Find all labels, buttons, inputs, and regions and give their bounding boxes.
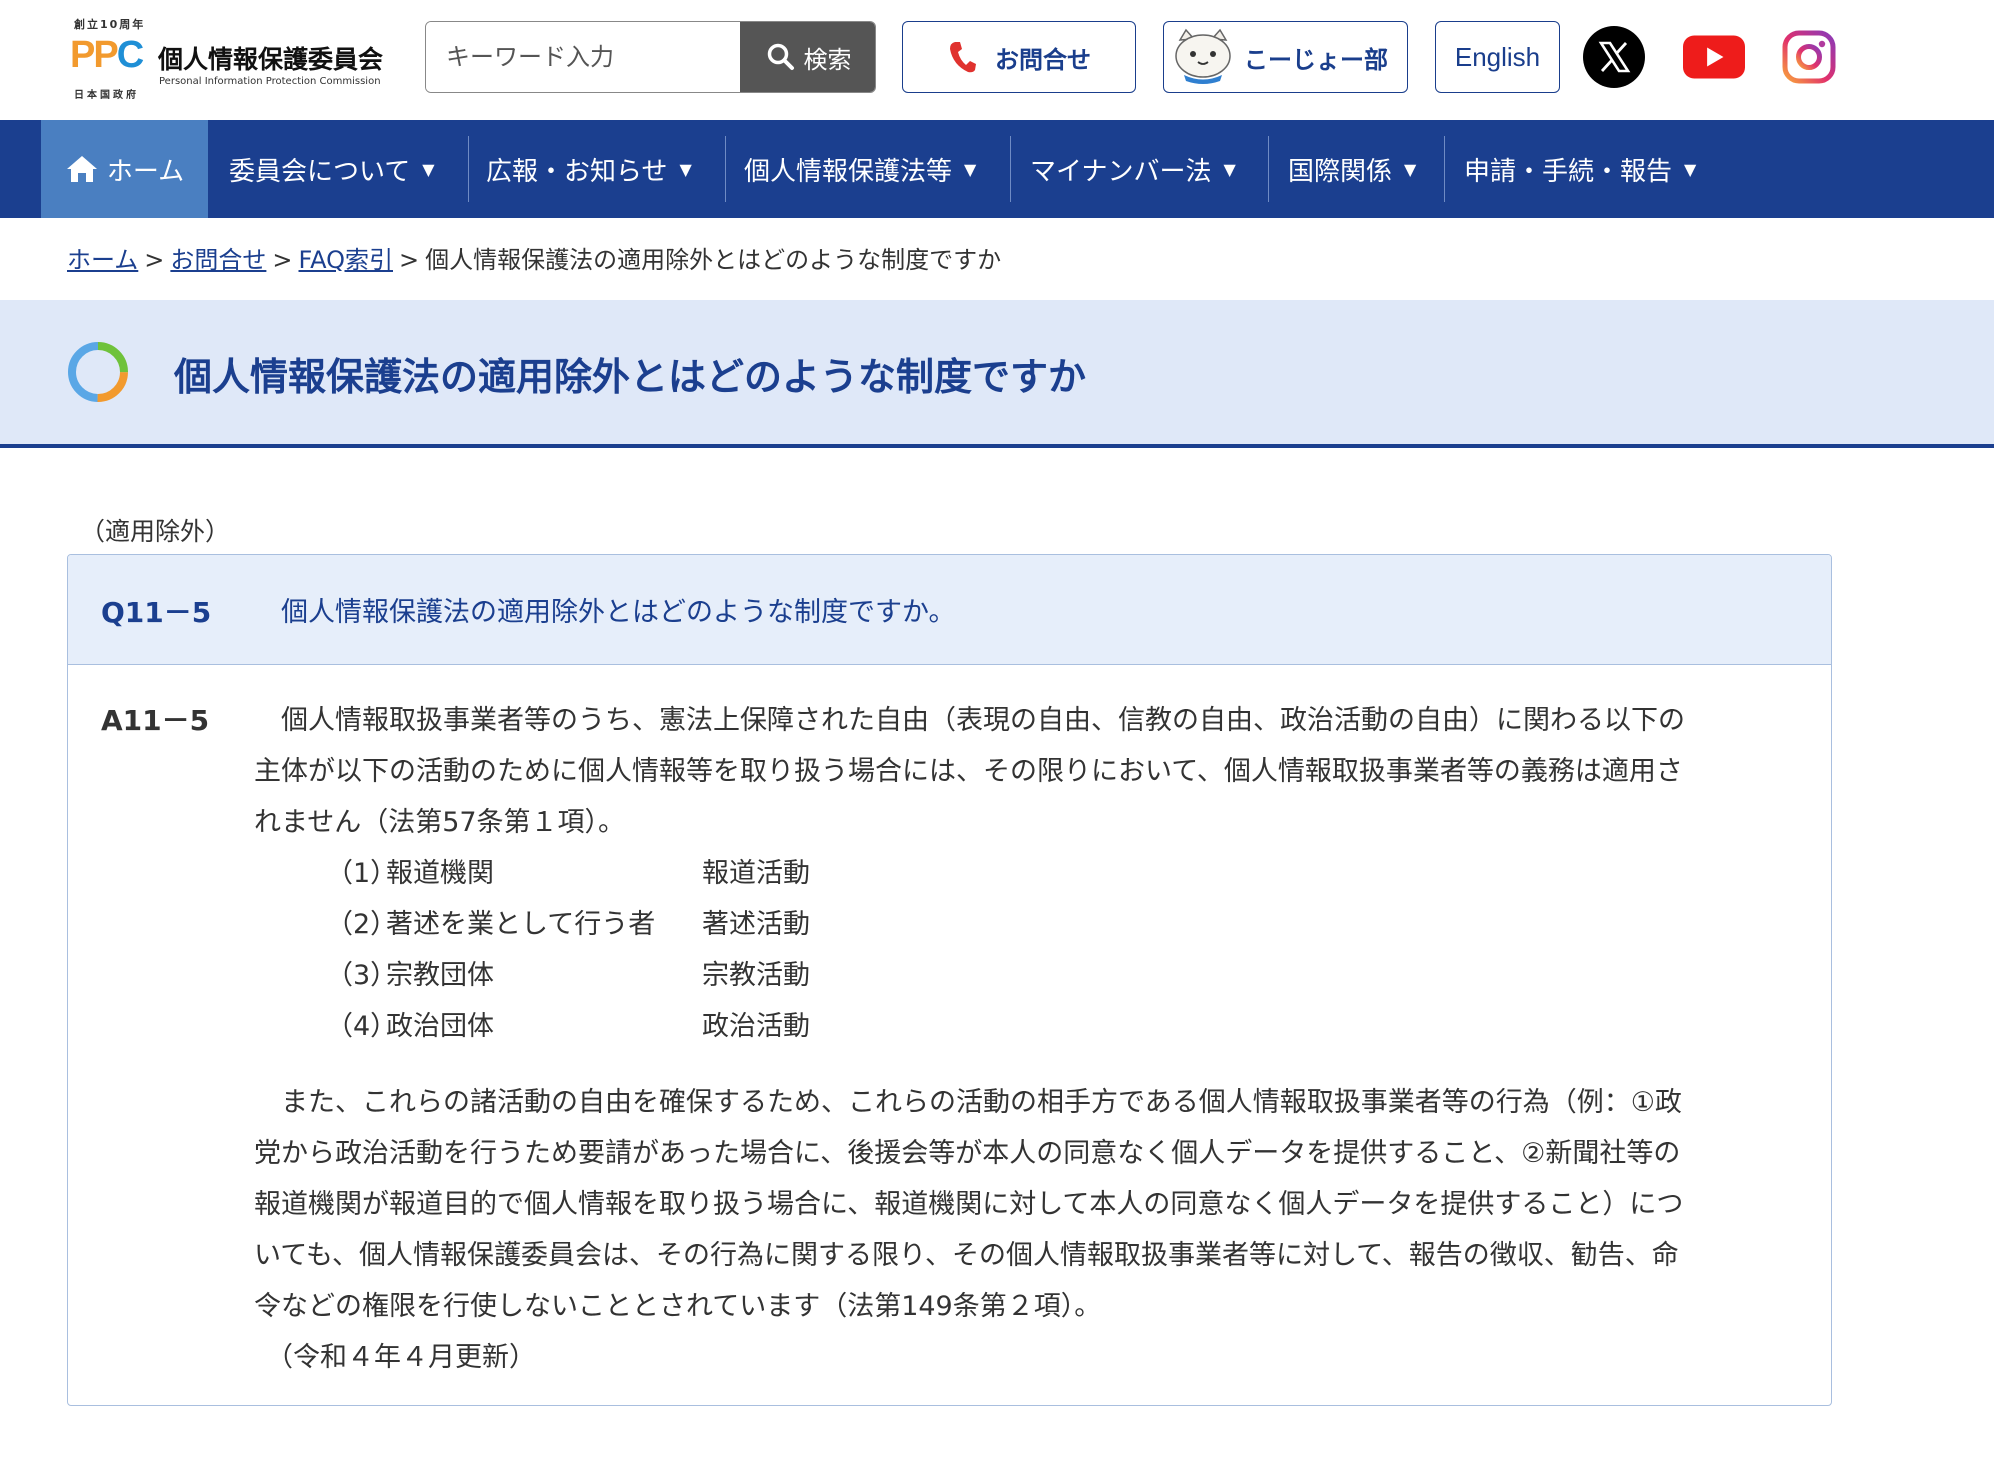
nav-divider [725,136,726,202]
home-icon [66,156,97,182]
nav-item-label: 国際関係 [1288,156,1393,187]
youtube-icon [1683,35,1745,79]
nav-item-label: 委員会について [229,156,411,187]
nav-item-home[interactable]: ホーム [41,120,208,218]
search-icon [767,43,794,70]
search-button-label: 検索 [803,45,852,74]
kojo-bu-label: こーじょー部 [1244,45,1388,74]
list-item-subject: 報道機関 [386,858,494,889]
breadcrumb-link-faq-index[interactable]: FAQ索引 [299,246,394,274]
list-item-activity: 政治活動 [702,1011,810,1042]
breadcrumb-separator: > [272,246,293,274]
breadcrumb-separator: > [144,246,165,274]
nav-item-label: 広報・お知らせ [486,156,668,187]
chevron-down-icon: ▼ [679,159,692,179]
nav-item-label: 個人情報保護法等 [744,156,953,187]
exemption-list: （1） 報道機関 報道活動 （2） 著述を業として行う者 著述活動 （3） 宗教… [326,848,1831,1052]
logo-org-name-en: Personal Information Protection Commissi… [159,76,381,87]
nav-item-label: 申請・手続・報告 [1464,156,1673,187]
contact-button-label: お問合せ [995,45,1091,74]
question-row: Q11－5 個人情報保護法の適用除外とはどのような制度ですか。 [68,555,1831,665]
list-item-activity: 著述活動 [702,909,810,940]
nav-divider [468,136,469,202]
search-input[interactable] [426,22,740,92]
youtube-link[interactable] [1683,26,1745,88]
cat-mascot-icon [1175,28,1231,84]
page-title-band: 個人情報保護法の適用除外とはどのような制度ですか [0,300,1994,448]
list-item-subject: 著述を業として行う者 [386,909,656,940]
list-item: （3） 宗教団体 宗教活動 [326,950,1831,1001]
breadcrumb-link-home[interactable]: ホーム [67,246,138,274]
breadcrumb-link-contact[interactable]: お問合せ [170,246,266,274]
breadcrumb: ホーム > お問合せ > FAQ索引 > 個人情報保護法の適用除外とはどのような制度ですか [67,240,1001,275]
answer-paragraph-line: また、これらの諸活動の自由を確保するため、これらの活動の相手方である個人情報取扱… [281,1087,1682,1118]
nav-item-label: ホーム [106,156,185,187]
x-icon [1598,41,1631,73]
updated-date: （令和４年４月更新） [266,1342,536,1373]
chevron-down-icon: ▼ [1684,159,1697,179]
phone-icon [950,42,976,73]
qa-card: Q11－5 個人情報保護法の適用除外とはどのような制度ですか。 A11－5 個人… [67,554,1832,1406]
global-nav: ホーム 委員会について ▼ 広報・お知らせ ▼ 個人情報保護法等 ▼ マイナンバ… [0,120,1994,218]
logo-government-text: 日本国政府 [74,90,139,101]
list-item-index: （1） [326,858,398,889]
list-item-subject: 宗教団体 [386,960,494,991]
site-logo[interactable]: 創立10周年 PPC 個人情報保護委員会 Personal Informatio… [70,14,384,102]
answer-paragraph-line: 令などの権限を行使しないこととされています（法第149条第２項）。 [254,1291,1102,1322]
ring-icon [68,342,128,402]
chevron-down-icon: ▼ [964,159,977,179]
faq-category: （適用除外） [80,517,231,546]
chevron-down-icon: ▼ [1404,159,1417,179]
chevron-down-icon: ▼ [1223,159,1236,179]
list-item-subject: 政治団体 [386,1011,494,1042]
nav-divider [1010,136,1011,202]
english-button[interactable]: English [1435,21,1560,93]
instagram-link[interactable] [1778,26,1840,88]
list-item-index: （3） [326,960,398,991]
nav-item-label: マイナンバー法 [1030,156,1212,187]
instagram-icon [1782,30,1836,84]
nav-item-news[interactable]: 広報・お知らせ ▼ [486,120,692,218]
site-header: 創立10周年 PPC 個人情報保護委員会 Personal Informatio… [0,0,1994,120]
question-number: Q11－5 [101,596,212,629]
nav-item-about[interactable]: 委員会について ▼ [229,120,435,218]
chevron-down-icon: ▼ [422,159,435,179]
answer-body: 個人情報取扱事業者等のうち、憲法上保障された自由（表現の自由、信教の自由、政治活… [254,695,1831,1383]
breadcrumb-current: 個人情報保護法の適用除外とはどのような制度ですか [425,246,1002,274]
nav-divider [1444,136,1445,202]
list-item-index: （4） [326,1011,398,1042]
question-text: 個人情報保護法の適用除外とはどのような制度ですか。 [281,597,956,628]
logo-ppc-mark: PPC [70,34,144,76]
kojo-bu-button[interactable]: こーじょー部 [1163,21,1408,93]
breadcrumb-separator: > [399,246,420,274]
nav-item-mynumber-law[interactable]: マイナンバー法 ▼ [1030,120,1236,218]
logo-org-name: 個人情報保護委員会 [158,45,384,74]
contact-button[interactable]: お問合せ [902,21,1136,93]
answer-paragraph-line: 報道機関が報道目的で個人情報を取り扱う場合に、報道機関に対して本人の同意なく個人… [254,1189,1684,1220]
search-box: 検索 [425,21,876,93]
answer-number: A11－5 [101,704,210,737]
answer-paragraph-line: 個人情報取扱事業者等のうち、憲法上保障された自由（表現の自由、信教の自由、政治活… [281,705,1685,736]
nav-item-applications[interactable]: 申請・手続・報告 ▼ [1464,120,1696,218]
list-item-activity: 報道活動 [702,858,810,889]
search-button[interactable]: 検索 [740,22,875,92]
logo-anniversary-text: 創立10周年 [74,18,146,31]
answer-paragraph-line: 主体が以下の活動のために個人情報等を取り扱う場合には、その限りにおいて、個人情報… [254,756,1683,787]
page-title: 個人情報保護法の適用除外とはどのような制度ですか [174,355,1087,399]
answer-paragraph-line: れません（法第57条第１項）。 [254,807,626,838]
nav-divider [1268,136,1269,202]
list-item: （4） 政治団体 政治活動 [326,1001,1831,1052]
english-button-label: English [1454,41,1541,72]
list-item-index: （2） [326,909,398,940]
x-link[interactable] [1583,26,1645,88]
list-item: （2） 著述を業として行う者 著述活動 [326,899,1831,950]
list-item-activity: 宗教活動 [702,960,810,991]
nav-item-privacy-law[interactable]: 個人情報保護法等 ▼ [744,120,976,218]
nav-item-international[interactable]: 国際関係 ▼ [1288,120,1416,218]
answer-paragraph-line: いても、個人情報保護委員会は、その行為に関する限り、その個人情報取扱事業者等に対… [254,1240,1679,1271]
answer-paragraph-line: 党から政治活動を行うため要請があった場合に、後援会等が本人の同意なく個人データを… [254,1138,1681,1169]
list-item: （1） 報道機関 報道活動 [326,848,1831,899]
